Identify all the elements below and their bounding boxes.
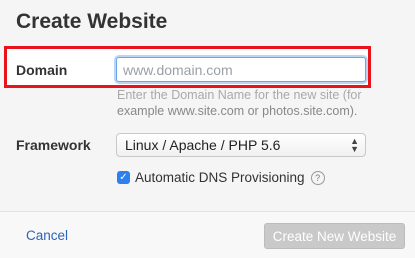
domain-help-text: Enter the Domain Name for the new site (… [117, 87, 382, 119]
cancel-link[interactable]: Cancel [26, 228, 68, 243]
domain-help-line-1: Enter the Domain Name for the new site (… [117, 88, 362, 102]
dns-label[interactable]: Automatic DNS Provisioning [135, 170, 305, 185]
domain-input[interactable] [116, 57, 366, 82]
framework-select[interactable]: Linux / Apache / PHP 5.6 ▲ ▼ [116, 133, 366, 157]
question-circle-icon[interactable]: ? [310, 170, 325, 185]
domain-help-line-2: example www.site.com or photos.site.com)… [117, 104, 358, 118]
up-down-chevron-icon: ▲ ▼ [350, 136, 359, 154]
create-website-button[interactable]: Create New Website [264, 223, 405, 249]
checkmark-icon[interactable]: ✓ [117, 171, 130, 184]
framework-label: Framework [16, 137, 91, 153]
framework-selected-value: Linux / Apache / PHP 5.6 [125, 137, 281, 153]
dns-option[interactable]: ✓ Automatic DNS Provisioning ? [117, 170, 325, 185]
dialog-title: Create Website [16, 10, 168, 33]
domain-label: Domain [16, 62, 68, 78]
